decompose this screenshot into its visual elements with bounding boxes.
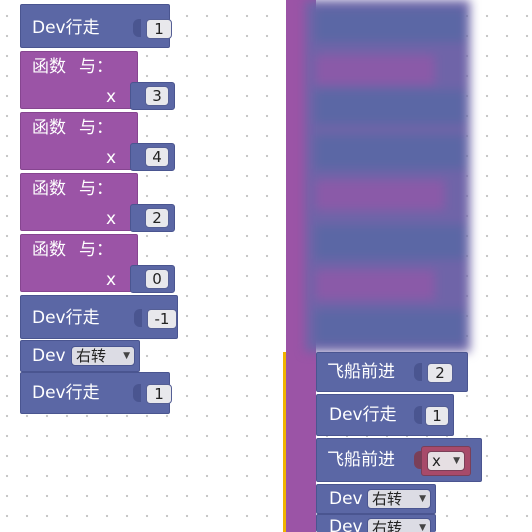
function-label: 函数: [32, 57, 66, 77]
turn-direction-dropdown[interactable]: 右转 ▼: [367, 518, 431, 532]
dev-walk-value[interactable]: 1: [146, 384, 172, 404]
blurred-blocks-region: [305, 0, 475, 352]
turn-direction-value: 右转: [372, 490, 403, 508]
selection-highlight: [283, 352, 286, 532]
ship-forward-block-1[interactable]: 飞船前进 2: [316, 352, 468, 392]
chevron-down-icon: ▼: [123, 351, 130, 361]
function-call-block-3[interactable]: 函数 与： x: [20, 173, 138, 231]
chevron-down-icon: ▼: [419, 523, 426, 532]
function-label: 函数: [32, 118, 66, 138]
dev-walk-label: Dev行走: [32, 383, 100, 403]
dev-turn-block[interactable]: Dev 右转 ▼: [20, 340, 140, 372]
input-socket: [414, 406, 422, 424]
input-socket: [414, 363, 422, 381]
ship-forward-block-2[interactable]: 飞船前进 x ▼: [316, 438, 482, 482]
dev-turn-block-right-2[interactable]: Dev 右转 ▼: [316, 514, 436, 532]
dev-walk-block-3[interactable]: Dev行走 1: [20, 372, 172, 414]
function-call-block-1[interactable]: 函数 与： x: [20, 51, 138, 109]
function-with-label: 与：: [79, 118, 113, 138]
dev-turn-label: Dev: [329, 489, 363, 509]
ship-forward-value[interactable]: 2: [427, 363, 453, 383]
chevron-down-icon: ▼: [453, 456, 460, 466]
dev-walk-block-2[interactable]: Dev行走 -1: [20, 295, 178, 339]
function-param-label: x: [106, 148, 117, 168]
function-call-block-2[interactable]: 函数 与： x: [20, 112, 138, 170]
dev-turn-label: Dev: [32, 346, 66, 366]
ship-forward-label: 飞船前进: [327, 450, 395, 470]
function-arg-value-2[interactable]: 4: [145, 147, 169, 167]
function-with-label: 与：: [79, 179, 113, 199]
function-with-label: 与：: [79, 57, 113, 77]
turn-direction-value: 右转: [76, 347, 107, 365]
variable-name: x: [432, 452, 441, 470]
input-socket: [134, 309, 142, 327]
turn-direction-value: 右转: [372, 519, 403, 532]
dev-turn-block-right-1[interactable]: Dev 右转 ▼: [316, 484, 436, 514]
dev-walk-label: Dev行走: [329, 405, 397, 425]
function-call-block-4[interactable]: 函数 与： x: [20, 234, 138, 292]
input-socket: [133, 384, 141, 402]
function-param-label: x: [106, 209, 117, 229]
dev-turn-label: Dev: [329, 517, 363, 532]
function-label: 函数: [32, 179, 66, 199]
function-label: 函数: [32, 240, 66, 260]
function-arg-value-4[interactable]: 0: [145, 269, 169, 289]
dev-walk-label: Dev行走: [32, 308, 100, 328]
function-param-label: x: [106, 87, 117, 107]
dev-walk-block-1[interactable]: Dev行走 1: [20, 4, 172, 48]
dev-walk-value[interactable]: 1: [425, 406, 449, 426]
dev-walk-block-4[interactable]: Dev行走 1: [316, 394, 454, 436]
ship-forward-label: 飞船前进: [327, 362, 395, 382]
turn-direction-dropdown[interactable]: 右转 ▼: [367, 489, 431, 509]
chevron-down-icon: ▼: [419, 494, 426, 504]
turn-direction-dropdown[interactable]: 右转 ▼: [71, 346, 135, 366]
function-arg-value-3[interactable]: 2: [145, 208, 169, 228]
dev-walk-value[interactable]: -1: [147, 309, 177, 329]
function-param-label: x: [106, 270, 117, 290]
variable-x-block[interactable]: x ▼: [421, 446, 471, 476]
function-with-label: 与：: [79, 240, 113, 260]
variable-dropdown[interactable]: x ▼: [427, 451, 465, 471]
function-arg-value-1[interactable]: 3: [145, 86, 169, 106]
dev-walk-value[interactable]: 1: [146, 19, 172, 39]
input-socket: [133, 19, 141, 37]
dev-walk-label: Dev行走: [32, 18, 100, 38]
